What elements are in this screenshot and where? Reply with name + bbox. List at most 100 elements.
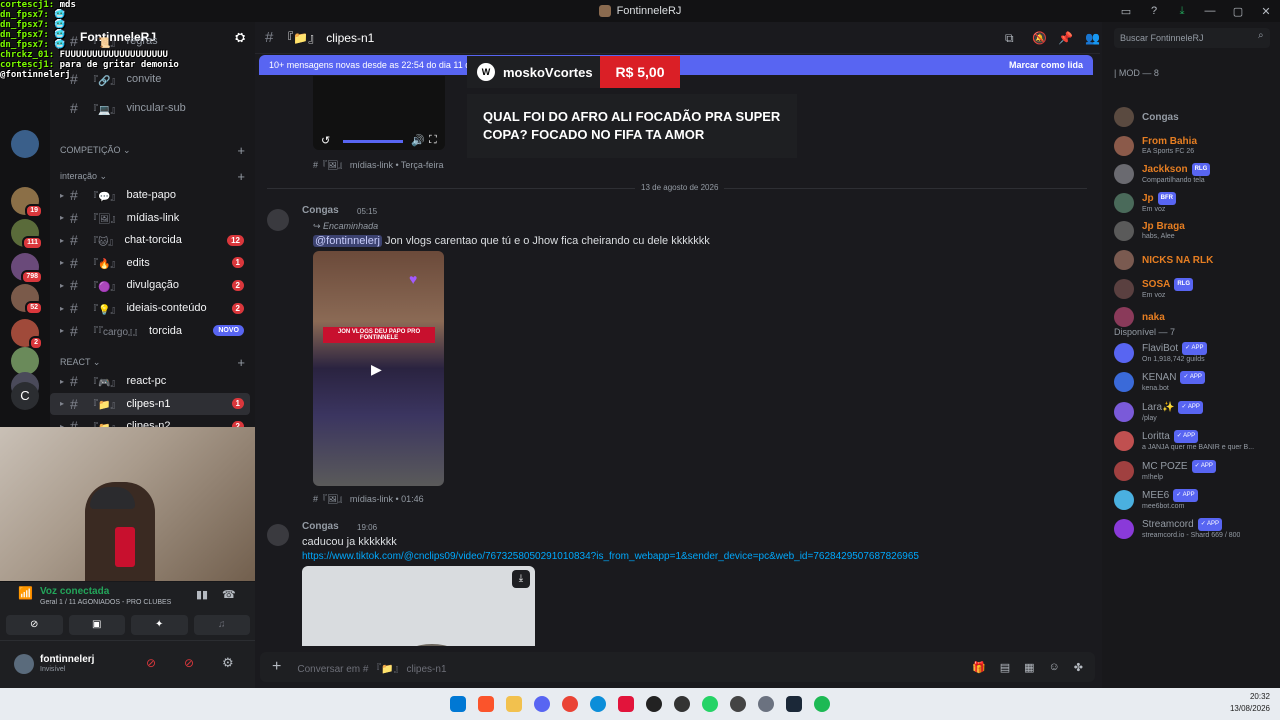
mic-muted-icon[interactable]: ⊘ [146,656,156,670]
inbox-icon[interactable]: ▭ [1112,5,1140,18]
chrome-icon[interactable] [562,696,578,712]
settings-icon[interactable]: ⚙ [222,655,234,671]
member-name: MC POZE ✓ APP [1142,459,1216,473]
volume-icon[interactable]: 🔊 [411,134,425,147]
discord-icon[interactable] [534,696,550,712]
server-icon[interactable] [11,130,39,158]
server-icon[interactable]: 2 [11,319,43,350]
previous-forward-meta[interactable]: #『🖼』 mídias-link • Terça-feira [313,158,443,171]
obs-icon[interactable] [646,696,662,712]
brave-icon[interactable] [478,696,494,712]
channel-react-pc[interactable]: ▸ # 『🎮』 react-pc [50,370,250,392]
steam-icon[interactable] [786,696,802,712]
start-icon[interactable] [450,696,466,712]
member-item[interactable]: Jp BFR Em voz [1114,190,1280,216]
member-item[interactable]: Loritta ✓ APP a JANJA quer me BANIR e quer… [1114,428,1280,454]
github-icon[interactable] [674,696,690,712]
threads-icon[interactable]: ⧉ [1005,31,1014,46]
member-item[interactable]: NICKS NA RLK [1114,247,1280,273]
channel-chat-torcida[interactable]: ▸ # 『🐱』 chat-torcida 12 [50,229,250,251]
channel-clipes-n1[interactable]: ▸ # 『📁』 clipes-n1 1 [50,392,250,415]
video-embed[interactable]: JON VLOGS DEU PAPO PRO FONTINNELE ▶ ♥ [313,251,444,486]
avatar[interactable] [267,524,289,546]
server-icon[interactable]: 798 [11,253,43,284]
channel-ideiais-conteúdo[interactable]: ▸ # 『💡』 ideiais-conteúdo 2 [50,297,250,319]
channel-torcida[interactable]: ▸ # 『『cargo』』 torcida NOVO [50,320,250,342]
help-icon[interactable]: ? [1140,5,1168,17]
channel-mídias-link[interactable]: ▸ # 『🖼』 mídias-link [50,207,250,229]
sound-icon[interactable]: ▮▮ [196,588,208,601]
member-item[interactable]: From Bahia EA Sports FC 26 [1114,133,1280,159]
member-item[interactable]: KENAN ✓ APP kena.bot [1114,369,1280,395]
member-item[interactable]: MC POZE ✓ APP m!help [1114,458,1280,484]
camera-off-button[interactable]: ⊘ [6,615,63,635]
apps-icon[interactable]: ✤ [1074,661,1083,674]
close-button[interactable]: ✕ [1252,5,1280,18]
member-item[interactable]: FlaviBot ✓ APP On 1,918,742 guilds [1114,340,1280,366]
explorer-icon[interactable] [506,696,522,712]
previous-video-embed[interactable]: ↺ 🔊 ⛶ [313,76,445,150]
minimize-button[interactable]: — [1196,5,1224,17]
tiktok-link[interactable]: https://www.tiktok.com/@cnclips09/video/… [302,551,919,562]
opera-icon[interactable] [618,696,634,712]
member-item[interactable]: SOSA RLG Em voz [1114,276,1280,302]
soundboard-button[interactable]: ♫ [193,615,250,635]
app-icon[interactable] [730,696,746,712]
deafen-icon[interactable]: ⊘ [184,656,194,670]
settings-app-icon[interactable] [758,696,774,712]
channel-bate-papo[interactable]: ▸ # 『💬』 bate-papo [50,184,250,206]
member-item[interactable]: Lara✨ ✓ APP/play [1114,399,1280,425]
add-channel-icon[interactable]: + [237,355,245,370]
sticker-icon[interactable]: ▦ [1024,661,1034,674]
replay-icon[interactable]: ↺ [321,134,330,147]
category-header[interactable]: COMPETIÇÃO ⌄ + [60,141,245,159]
mention[interactable]: @fontinnelerj [313,235,382,247]
server-icon[interactable] [11,347,39,375]
add-attachment-icon[interactable]: + [272,658,281,676]
emoji-icon[interactable]: ☺ [1049,661,1060,674]
notifications-icon[interactable]: 🔕 [1032,31,1047,45]
avatar[interactable] [267,209,289,231]
server-icon[interactable]: 52 [11,284,43,315]
gift-icon[interactable]: 🎁 [972,661,986,674]
add-channel-icon[interactable]: + [237,143,245,158]
message-author[interactable]: Congas [302,521,339,532]
download-icon[interactable]: ⤓ [1168,5,1196,18]
channel-divulgação[interactable]: ▸ # 『🟣』 divulgação 2 [50,274,250,296]
member-item[interactable]: MEE6 ✓ APP mee6bot.com [1114,487,1280,513]
channel-edits[interactable]: ▸ # 『🔥』 edits 1 [50,252,250,274]
pin-icon[interactable]: 📌 [1058,31,1073,45]
tiktok-video-embed[interactable]: ⤓ [302,566,535,646]
server-icon[interactable]: C [11,382,39,410]
add-channel-icon[interactable]: + [237,169,245,184]
progress-bar[interactable] [343,140,403,143]
category-header[interactable]: interação ⌄ + [60,167,245,185]
screenshare-button[interactable]: ▣ [68,615,125,635]
member-item[interactable]: Jackkson RLG Compartilhando tela [1114,161,1280,187]
server-icon[interactable]: 111 [11,219,43,250]
avatar[interactable] [14,654,34,674]
voice-channel[interactable]: Geral 1 / 11 AGONIADOS - PRO CLUBES [40,599,171,606]
forward-meta[interactable]: #『🖼』 mídias-link • 01:46 [313,492,424,505]
system-tray[interactable]: 20:32 13/08/2026 [1230,691,1270,715]
edge-icon[interactable] [590,696,606,712]
spotify-icon[interactable] [814,696,830,712]
fullscreen-icon[interactable]: ⛶ [429,134,437,147]
server-icon[interactable]: 19 [11,187,43,218]
member-item[interactable]: Congas [1114,104,1280,130]
member-item[interactable]: Streamcord ✓ APP streamcord.io - Shard 669… [1114,516,1280,542]
gif-icon[interactable]: ▤ [1000,661,1010,674]
whatsapp-icon[interactable] [702,696,718,712]
message-input[interactable]: + Conversar em # 『📁』 clipes-n1 🎁 ▤ ▦ ☺ ✤ [260,652,1095,682]
disconnect-icon[interactable]: ☎ [222,588,236,601]
play-icon[interactable]: ▶ [371,361,382,378]
maximize-button[interactable]: ▢ [1224,5,1252,18]
search-input[interactable]: Buscar FontinneleRJ [1114,28,1270,48]
member-item[interactable]: Jp Braga habs, Alee [1114,218,1280,244]
download-icon[interactable]: ⤓ [512,570,530,588]
message-author[interactable]: Congas [302,205,339,216]
mark-read-button[interactable]: Marcar como lida [1009,60,1083,70]
activities-button[interactable]: ✦ [131,615,188,635]
category-header[interactable]: REACT ⌄ + [60,353,245,371]
members-icon[interactable]: 👥 [1085,31,1100,45]
